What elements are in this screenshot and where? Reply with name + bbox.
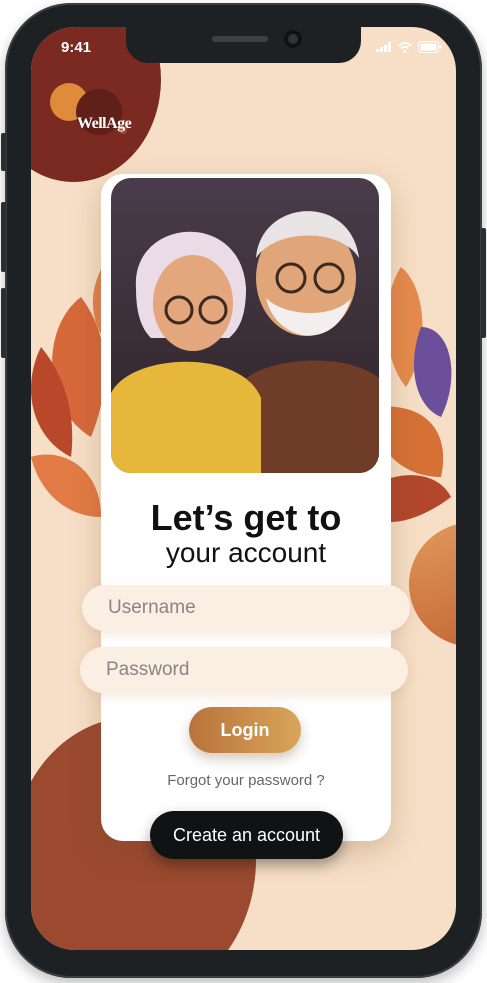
battery-icon [418,41,442,53]
status-icons [376,41,442,53]
phone-volume-up [1,202,6,272]
login-title-line2: your account [165,537,327,568]
wifi-icon [398,41,412,53]
signal-icon [376,42,391,52]
phone-volume-down [1,288,6,358]
status-time: 9:41 [61,39,92,56]
phone-silent-switch [1,133,6,171]
login-title-line1: Let’s get to [150,497,342,538]
phone-power-button [481,228,486,338]
app-screen: 9:41 WellAge Let’s get to your account U… [31,27,456,950]
brand-logo-text: WellAge [77,115,132,132]
forgot-password-link[interactable]: Forgot your password ? [101,772,391,789]
create-account-button[interactable]: Create an account [150,811,343,859]
elderly-couple-illustration [111,178,379,473]
front-camera [284,30,302,48]
login-button[interactable]: Login [189,707,301,753]
speaker-grille [212,36,268,42]
password-input[interactable] [80,647,408,693]
notch [126,27,361,63]
username-input[interactable] [82,585,410,631]
